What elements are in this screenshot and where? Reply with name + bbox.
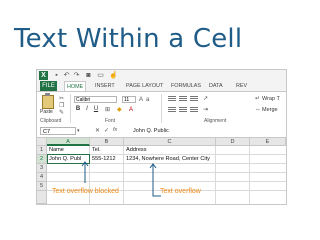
tab-review[interactable]: REV (236, 81, 247, 91)
middle-align-icon[interactable] (179, 96, 187, 102)
ribbon-tabs: FILE HOME INSERT PAGE LAYOUT FORMULAS DA… (37, 81, 286, 92)
borders-icon[interactable]: ⊞ (105, 107, 111, 113)
fill-color-icon[interactable]: ◆ (117, 107, 123, 113)
excel-logo-icon: X (39, 71, 48, 80)
tab-formulas[interactable]: FORMULAS (171, 81, 201, 91)
decrease-font-icon[interactable]: a (146, 97, 152, 103)
formula-bar: C7 ▾ ✕ ✓ fx John Q. Public (37, 126, 286, 138)
bottom-align-icon[interactable] (190, 96, 198, 102)
italic-button[interactable]: I (84, 106, 90, 113)
wrap-text-icon[interactable]: ↵ (255, 96, 261, 102)
alignment-group-label: Alignment (204, 118, 227, 124)
paste-icon[interactable] (42, 95, 54, 109)
font-group-label: Font (105, 118, 116, 124)
tab-file[interactable]: FILE (40, 81, 57, 91)
wrap-text-button[interactable]: Wrap T (262, 96, 280, 102)
merge-center-button[interactable]: Merge (262, 107, 278, 113)
underline-button[interactable]: U (93, 106, 99, 113)
cut-icon[interactable]: ✂ (59, 96, 65, 102)
paste-button[interactable]: Paste (40, 109, 53, 115)
orientation-icon[interactable]: ↗ (203, 96, 209, 102)
undo-icon[interactable]: ↶ (63, 72, 70, 79)
print-icon[interactable]: ▭ (97, 72, 104, 79)
ribbon-separator (70, 94, 71, 123)
indent-icon[interactable]: ⇥ (203, 107, 209, 113)
redo-icon[interactable]: ↷ (73, 72, 80, 79)
font-name-select[interactable]: Calibri (74, 96, 117, 103)
align-right-icon[interactable] (190, 107, 198, 113)
clipboard-group-label: Clipboard (40, 118, 62, 124)
tab-page-layout[interactable]: PAGE LAYOUT (126, 81, 163, 91)
function-icon[interactable]: fx (113, 127, 117, 133)
ribbon-home: Paste ✂ ❐ ✎ Calibri 11 A a B I U ⊞ ◆ A ↗… (37, 91, 286, 127)
ribbon-separator (161, 94, 162, 123)
align-left-icon[interactable] (168, 107, 176, 113)
clipboard-clip-icon (45, 93, 50, 96)
copy-icon[interactable]: ❐ (59, 103, 65, 109)
tab-data[interactable]: DATA (209, 81, 223, 91)
text-overflow-blocked-label: Text overflow blocked (52, 188, 119, 195)
enter-icon[interactable]: ✓ (104, 128, 110, 134)
formula-input[interactable]: John Q. Public (133, 127, 169, 135)
touch-icon[interactable]: ☝ (109, 72, 118, 79)
bold-button[interactable]: B (75, 106, 81, 113)
cancel-icon[interactable]: ✕ (95, 128, 101, 134)
format-painter-icon[interactable]: ✎ (59, 110, 65, 116)
tab-insert[interactable]: INSERT (95, 81, 115, 91)
top-align-icon[interactable] (168, 96, 176, 102)
increase-font-icon[interactable]: A (139, 97, 145, 103)
name-box[interactable]: C7 (40, 127, 76, 135)
font-size-select[interactable]: 11 (122, 96, 136, 103)
chevron-down-icon[interactable]: ▾ (77, 128, 83, 134)
slide-title: Text Within a Cell (14, 24, 243, 54)
save-icon[interactable]: ▪ (53, 72, 60, 79)
camera-icon[interactable]: ◙ (85, 72, 92, 79)
excel-window-screenshot: X ▪ ↶ ↷ ◙ ▭ ☝ FILE HOME INSERT PAGE LAYO… (36, 69, 287, 205)
font-color-icon[interactable]: A (129, 107, 135, 113)
text-overflow-label: Text overflow (160, 188, 201, 195)
align-center-icon[interactable] (179, 107, 187, 113)
merge-center-icon[interactable]: ⇔ (255, 107, 261, 113)
quick-access-toolbar: X ▪ ↶ ↷ ◙ ▭ ☝ (37, 70, 286, 81)
